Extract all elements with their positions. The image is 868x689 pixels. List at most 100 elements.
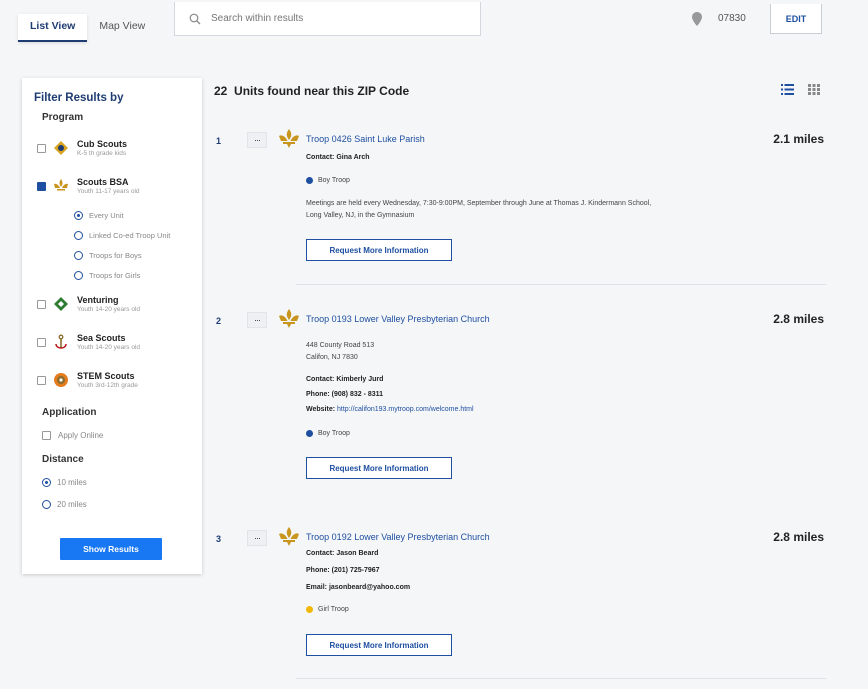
apply-online-option[interactable]: Apply Online bbox=[42, 424, 190, 446]
more-options-button[interactable]: ··· bbox=[247, 312, 267, 328]
option-label: 20 miles bbox=[57, 499, 87, 509]
radio[interactable] bbox=[42, 477, 51, 487]
checkbox[interactable] bbox=[37, 375, 46, 385]
unit-type-dot bbox=[306, 606, 313, 613]
divider bbox=[296, 284, 826, 285]
program-sub: Youth 3rd-12th grade bbox=[77, 382, 138, 389]
program-name: Sea Scouts bbox=[77, 333, 126, 343]
unit-card-3: 3 ··· Troop 0192 Lower Valley Presbyteri… bbox=[214, 527, 834, 660]
unit-contact: Contact: Jason Beard bbox=[306, 550, 379, 557]
unit-phone: Phone: (908) 832 - 8311 bbox=[306, 391, 384, 398]
program-sub: K-5 th grade kids bbox=[77, 150, 127, 157]
more-options-button[interactable]: ··· bbox=[247, 132, 267, 148]
program-sea-scouts[interactable]: Sea Scouts Youth 14-20 years old bbox=[37, 323, 190, 361]
radio[interactable] bbox=[74, 210, 83, 220]
grid-view-icon[interactable] bbox=[808, 84, 820, 95]
option-label: Linked Co-ed Troop Unit bbox=[89, 230, 171, 240]
location-pin-icon bbox=[692, 12, 702, 26]
unit-type-label: Girl Troop bbox=[318, 606, 349, 613]
unit-address-line-2: Califon, NJ 7830 bbox=[306, 354, 358, 361]
unit-email: Email: jasonbeard@yahoo.com bbox=[306, 584, 411, 591]
tab-map-view[interactable]: Map View bbox=[87, 14, 157, 42]
search-box[interactable] bbox=[174, 2, 481, 36]
program-name: Scouts BSA bbox=[77, 177, 129, 187]
unit-type: Boy Troop bbox=[306, 430, 350, 437]
fleur-de-lis-icon bbox=[279, 129, 299, 148]
application-section-title: Application bbox=[42, 407, 97, 418]
request-info-button[interactable]: Request More Information bbox=[306, 634, 452, 656]
unit-contact: Contact: Gina Arch bbox=[306, 154, 370, 161]
zip-code: 07830 bbox=[718, 13, 746, 24]
edit-location-button[interactable]: EDIT bbox=[770, 4, 822, 34]
unit-number: 3 bbox=[216, 534, 222, 544]
option-label: 10 miles bbox=[57, 477, 87, 487]
checkbox[interactable] bbox=[37, 337, 46, 347]
show-results-button[interactable]: Show Results bbox=[60, 538, 162, 560]
program-scouts-bsa[interactable]: Scouts BSA Youth 11-17 years old bbox=[37, 167, 190, 205]
distance-10-option[interactable]: 10 miles bbox=[42, 471, 190, 493]
radio[interactable] bbox=[74, 230, 83, 240]
checkbox[interactable] bbox=[37, 143, 46, 153]
results-heading: 22 Units found near this ZIP Code bbox=[214, 84, 409, 98]
more-options-button[interactable]: ··· bbox=[247, 530, 267, 546]
unit-name-link[interactable]: Troop 0193 Lower Valley Presbyterian Chu… bbox=[306, 314, 490, 324]
unit-type-dot bbox=[306, 177, 313, 184]
unit-number: 2 bbox=[216, 316, 222, 326]
request-info-button[interactable]: Request More Information bbox=[306, 457, 452, 479]
unit-name-link[interactable]: Troop 0426 Saint Luke Parish bbox=[306, 134, 425, 144]
venturing-emblem-icon bbox=[54, 297, 68, 311]
radio[interactable] bbox=[74, 270, 83, 280]
unit-website-link[interactable]: http://califon193.mytroop.com/welcome.ht… bbox=[337, 406, 474, 413]
program-name: Venturing bbox=[77, 295, 119, 305]
distance-20-option[interactable]: 20 miles bbox=[42, 493, 190, 515]
unit-note-2: Long Valley, NJ, in the Gymnasium bbox=[306, 212, 415, 219]
option-label: Apply Online bbox=[58, 430, 104, 440]
request-info-button[interactable]: Request More Information bbox=[306, 239, 452, 261]
unit-phone: Phone: (201) 725-7967 bbox=[306, 567, 380, 574]
unit-number: 1 bbox=[216, 136, 222, 146]
unit-type-linked[interactable]: Linked Co-ed Troop Unit bbox=[74, 225, 190, 245]
view-toggle bbox=[781, 84, 820, 95]
tab-list-view[interactable]: List View bbox=[18, 14, 88, 42]
results-heading-text: Units found near this ZIP Code bbox=[234, 84, 410, 98]
unit-name-link[interactable]: Troop 0192 Lower Valley Presbyterian Chu… bbox=[306, 532, 490, 542]
unit-distance: 2.8 miles bbox=[773, 530, 824, 544]
unit-note: Meetings are held every Wednesday, 7:30-… bbox=[306, 200, 652, 207]
program-cub-scouts[interactable]: Cub Scouts K-5 th grade kids bbox=[37, 129, 190, 167]
program-sub: Youth 14-20 years old bbox=[77, 344, 141, 351]
cub-scouts-emblem-icon bbox=[54, 141, 68, 155]
unit-address-line-1: 448 County Road 513 bbox=[306, 342, 375, 349]
search-icon bbox=[189, 13, 201, 24]
list-view-icon[interactable] bbox=[781, 84, 794, 95]
top-bar: List View Map View 07830 EDIT bbox=[0, 0, 868, 48]
program-sub: Youth 14-20 years old bbox=[77, 306, 141, 313]
program-stem-scouts[interactable]: STEM Scouts Youth 3rd-12th grade bbox=[37, 361, 190, 399]
unit-website: Website: http://califon193.mytroop.com/w… bbox=[306, 406, 474, 413]
unit-card-2: 2 ··· Troop 0193 Lower Valley Presbyteri… bbox=[214, 309, 834, 492]
fleur-de-lis-icon bbox=[279, 527, 299, 546]
unit-type-label: Boy Troop bbox=[318, 177, 350, 184]
view-tabs: List View Map View bbox=[18, 14, 157, 42]
unit-type-every[interactable]: Every Unit bbox=[74, 205, 190, 225]
unit-type-boys[interactable]: Troops for Boys bbox=[74, 245, 190, 265]
unit-type-dot bbox=[306, 430, 313, 437]
radio[interactable] bbox=[42, 499, 51, 509]
radio[interactable] bbox=[74, 250, 83, 260]
unit-type: Girl Troop bbox=[306, 606, 349, 613]
results-count: 22 bbox=[214, 84, 228, 98]
fleur-de-lis-icon bbox=[279, 309, 299, 328]
checkbox[interactable] bbox=[42, 430, 51, 440]
program-venturing[interactable]: Venturing Youth 14-20 years old bbox=[37, 285, 190, 323]
stem-scouts-emblem-icon bbox=[54, 373, 68, 387]
program-section-title: Program bbox=[42, 112, 84, 123]
unit-contact: Contact: Kimberly Jurd bbox=[306, 376, 384, 383]
program-name: Cub Scouts bbox=[77, 139, 128, 149]
option-label: Troops for Girls bbox=[89, 270, 141, 280]
unit-type-label: Boy Troop bbox=[318, 430, 350, 437]
checkbox[interactable] bbox=[37, 299, 46, 309]
unit-type-girls[interactable]: Troops for Girls bbox=[74, 265, 190, 285]
unit-type: Boy Troop bbox=[306, 177, 350, 184]
divider bbox=[296, 678, 826, 679]
checkbox[interactable] bbox=[37, 181, 46, 191]
search-input[interactable] bbox=[211, 13, 451, 24]
